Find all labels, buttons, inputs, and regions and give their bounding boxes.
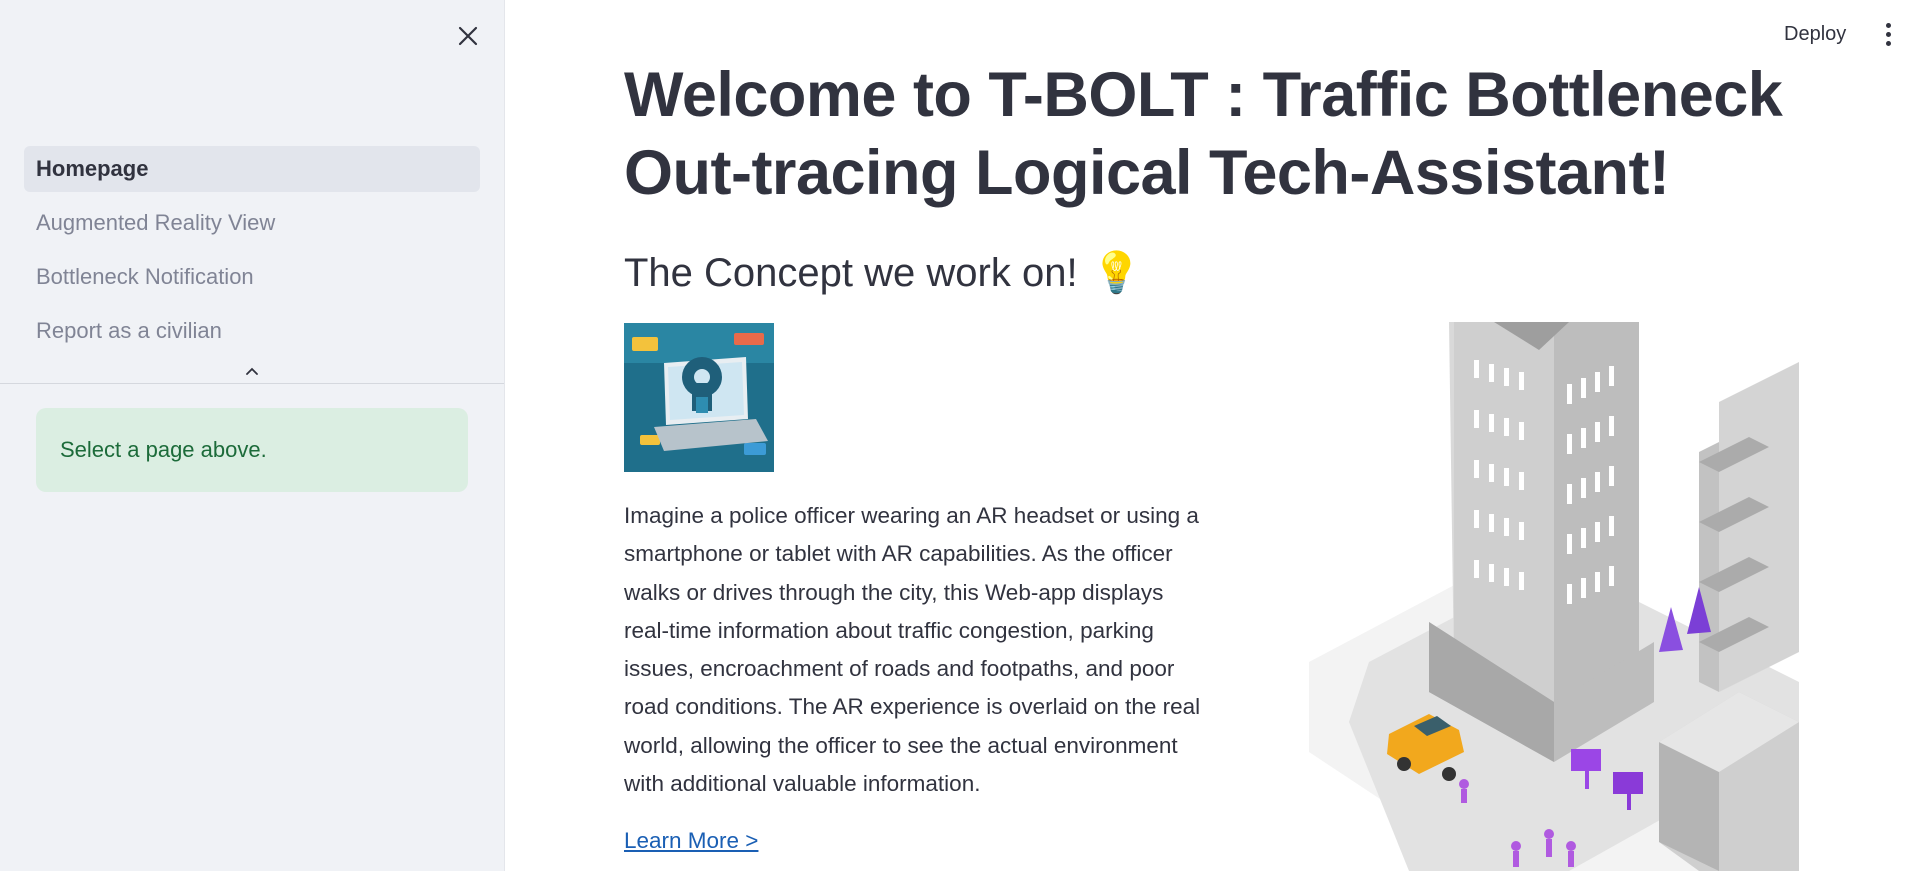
kebab-dot [1885,40,1891,46]
lightbulb-icon: 💡 [1091,251,1142,295]
main-content: Welcome to T-BOLT : Traffic Bottleneck O… [624,0,1804,871]
sidebar-item-label: Report as a civilian [36,318,222,343]
page-title: Welcome to T-BOLT : Traffic Bottleneck O… [624,60,1783,208]
sidebar-item-bottleneck-notification[interactable]: Bottleneck Notification [24,254,480,300]
info-alert-text: Select a page above. [60,437,267,462]
section-heading-text: The Concept we work on! [624,251,1078,295]
kebab-dot [1885,22,1891,28]
info-alert: Select a page above. [36,408,468,492]
sidebar-item-label: Bottleneck Notification [36,264,254,289]
main-menu-button[interactable] [1872,16,1904,52]
sidebar-item-label: Homepage [36,156,149,181]
concept-thumbnail-image [624,323,774,472]
sidebar-item-label: Augmented Reality View [36,210,276,235]
sidebar-item-homepage[interactable]: Homepage [24,146,480,192]
city-illustration [1309,322,1799,871]
collapse-nav-button[interactable] [244,365,260,377]
sidebar-nav: Homepage Augmented Reality View Bottlene… [24,146,480,362]
concept-description: Imagine a police officer wearing an AR h… [624,503,1201,797]
sidebar-divider [0,383,504,384]
chevron-up-icon [246,367,258,375]
learn-more-link[interactable]: Learn More > [624,828,758,854]
sidebar-item-augmented-reality-view[interactable]: Augmented Reality View [24,200,480,246]
sidebar: Homepage Augmented Reality View Bottlene… [0,0,505,871]
kebab-dot [1885,31,1891,37]
section-heading: The Concept we work on! 💡 [624,246,1141,300]
sidebar-item-report-as-civilian[interactable]: Report as a civilian [24,308,480,354]
close-icon [458,26,478,46]
close-sidebar-button[interactable] [452,20,484,52]
